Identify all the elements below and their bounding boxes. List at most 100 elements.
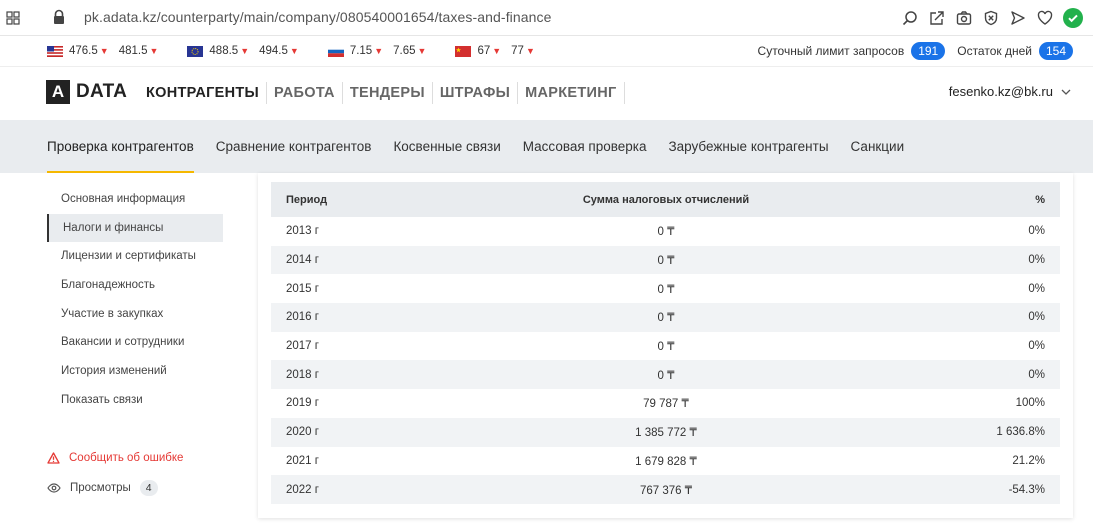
subnav-check[interactable]: Проверка контрагентов (47, 120, 194, 173)
daily-limit-badge: 191 (911, 42, 946, 60)
ru-flag-icon (327, 45, 344, 57)
cell-amount: 0 ₸ (657, 283, 675, 296)
eye-icon (47, 483, 61, 493)
zoom-icon[interactable] (901, 9, 919, 27)
rate-sell: 481.5 (118, 45, 148, 57)
table-row: 2017 г 0 ₸ 0% (271, 332, 1060, 361)
nav-rabota[interactable]: РАБОТА (266, 82, 342, 104)
nav-marketing[interactable]: МАРКЕТИНГ (517, 82, 625, 104)
chevron-down-icon (1061, 89, 1071, 95)
logo-text: DATA (76, 81, 128, 102)
cell-period: 2020 г (271, 417, 511, 447)
down-arrow-icon: ▼ (99, 46, 109, 56)
subnav-indirect[interactable]: Косвенные связи (393, 120, 500, 173)
table-row: 2018 г0 ₸ 0% (271, 360, 1060, 390)
sidebar-item-procurement[interactable]: Участие в закупках (47, 300, 223, 329)
nav-tendery[interactable]: ТЕНДЕРЫ (341, 82, 432, 104)
nav-shtrafy[interactable]: ШТРАФЫ (431, 82, 517, 104)
cell-period: 2018 г (271, 360, 511, 390)
subnav-sanctions[interactable]: Санкции (851, 120, 905, 173)
cell-period: 2014 г (271, 245, 511, 275)
rate-sell: 7.65 (393, 45, 416, 57)
cell-amount: 0 ₸ (657, 226, 675, 239)
cell-percent: 21.2% (1012, 454, 1045, 467)
cell-percent: 0% (1028, 340, 1045, 353)
subnav-compare[interactable]: Сравнение контрагентов (216, 120, 372, 173)
check-circle-icon[interactable] (1063, 8, 1083, 28)
user-menu[interactable]: fesenko.kz@bk.ru (949, 84, 1071, 99)
sidebar-item-main-info[interactable]: Основная информация (47, 185, 223, 214)
cell-period: 2019 г (286, 397, 319, 410)
sidebar-item-connections[interactable]: Показать связи (47, 386, 223, 415)
sidebar: Основная информация Налоги и финансы Лиц… (47, 185, 223, 415)
cn-flag-icon (455, 45, 472, 57)
cell-period: 2021 г (286, 454, 319, 467)
down-arrow-icon: ▼ (374, 46, 384, 56)
warning-icon (47, 452, 60, 464)
down-arrow-icon: ▼ (525, 46, 535, 56)
down-arrow-icon: ▼ (417, 46, 427, 56)
nav-kontragenty[interactable]: КОНТРАГЕНТЫ (146, 82, 266, 104)
rate-buy: 67 (477, 45, 491, 57)
report-error-link[interactable]: Сообщить об ошибке (47, 452, 183, 464)
down-arrow-icon: ▼ (149, 46, 159, 56)
down-arrow-icon: ▼ (289, 46, 299, 56)
sidebar-item-history[interactable]: История изменений (47, 357, 223, 386)
table-row: 2020 г1 385 772 ₸ 1 636.8% (271, 417, 1060, 447)
camera-icon[interactable] (955, 9, 973, 27)
lock-icon (54, 9, 64, 24)
sub-nav: Проверка контрагентов Сравнение контраге… (0, 120, 1093, 173)
cell-amount: 1 679 828 ₸ (635, 455, 697, 468)
sidebar-item-reliability[interactable]: Благонадежность (47, 271, 223, 300)
eu-flag-icon (187, 45, 204, 57)
send-icon[interactable] (1009, 9, 1027, 27)
main-nav: A DATA КОНТРАГЕНТЫ РАБОТА ТЕНДЕРЫ ШТРАФЫ… (0, 67, 1093, 120)
sidebar-item-taxes[interactable]: Налоги и финансы (47, 213, 223, 243)
table-row: 2013 г 0 ₸ 0% (271, 217, 1060, 246)
us-flag-icon (47, 45, 63, 57)
sidebar-item-licenses[interactable]: Лицензии и сертификаты (47, 242, 223, 271)
cell-percent: 0% (821, 245, 1060, 275)
cell-period: 2013 г (286, 225, 319, 238)
currency-bar: 476.5 ▼ 481.5 ▼ 488.5 ▼ 494.5 ▼ 7.15 ▼ 7.65 ▼ … (0, 36, 1093, 67)
grid-icon[interactable] (6, 11, 20, 25)
views-count-badge: 4 (139, 480, 158, 496)
daily-limit-label: Суточный лимит запросов (757, 44, 905, 58)
days-left-badge: 154 (1038, 42, 1073, 60)
cell-amount: 1 385 772 ₸ (511, 417, 821, 447)
cell-period: 2022 г (271, 475, 511, 504)
table-row: 2019 г 79 787 ₸ 100% (271, 389, 1060, 418)
logo[interactable]: A DATA (46, 80, 127, 104)
header-amount: Сумма налоговых отчислений (511, 182, 821, 217)
user-email: fesenko.kz@bk.ru (948, 84, 1053, 99)
views-label: Просмотры (70, 482, 131, 494)
share-icon[interactable] (928, 9, 946, 27)
url-text[interactable]: pk.adata.kz/counterparty/main/company/08… (84, 9, 552, 25)
cell-amount: 79 787 ₸ (643, 398, 689, 411)
cell-amount: 0 ₸ (511, 245, 821, 275)
subnav-mass[interactable]: Массовая проверка (523, 120, 647, 173)
rate-buy: 476.5 (69, 45, 98, 57)
rate-sell: 77 (511, 45, 524, 57)
rate-usd: 476.5 ▼ 481.5 ▼ (47, 45, 168, 57)
heart-icon[interactable] (1036, 9, 1054, 27)
sidebar-item-vacancies[interactable]: Вакансии и сотрудники (47, 328, 223, 357)
report-error-label: Сообщить об ошибке (69, 452, 184, 464)
cell-percent: 0% (821, 303, 1060, 332)
cell-amount: 767 376 ₸ (511, 475, 821, 504)
table-row: 2015 г 0 ₸ 0% (271, 274, 1060, 303)
shield-x-icon[interactable] (982, 9, 1000, 27)
cell-amount: 0 ₸ (511, 303, 821, 332)
header-period: Период (271, 182, 511, 217)
subnav-foreign[interactable]: Зарубежные контрагенты (669, 120, 829, 173)
cell-amount: 0 ₸ (511, 360, 821, 390)
down-arrow-icon: ▼ (240, 46, 250, 56)
rate-buy: 488.5 (209, 45, 239, 57)
logo-mark: A (46, 80, 70, 104)
cell-percent: 100% (1015, 397, 1045, 410)
table-row: 2022 г 767 376 ₸ -54.3% (271, 475, 1060, 504)
cell-percent: 1 636.8% (821, 417, 1060, 447)
rate-buy: 7.15 (349, 45, 373, 57)
cell-percent: 0% (1028, 225, 1045, 238)
tax-table: Период Сумма налоговых отчислений % 2013… (271, 182, 1060, 504)
